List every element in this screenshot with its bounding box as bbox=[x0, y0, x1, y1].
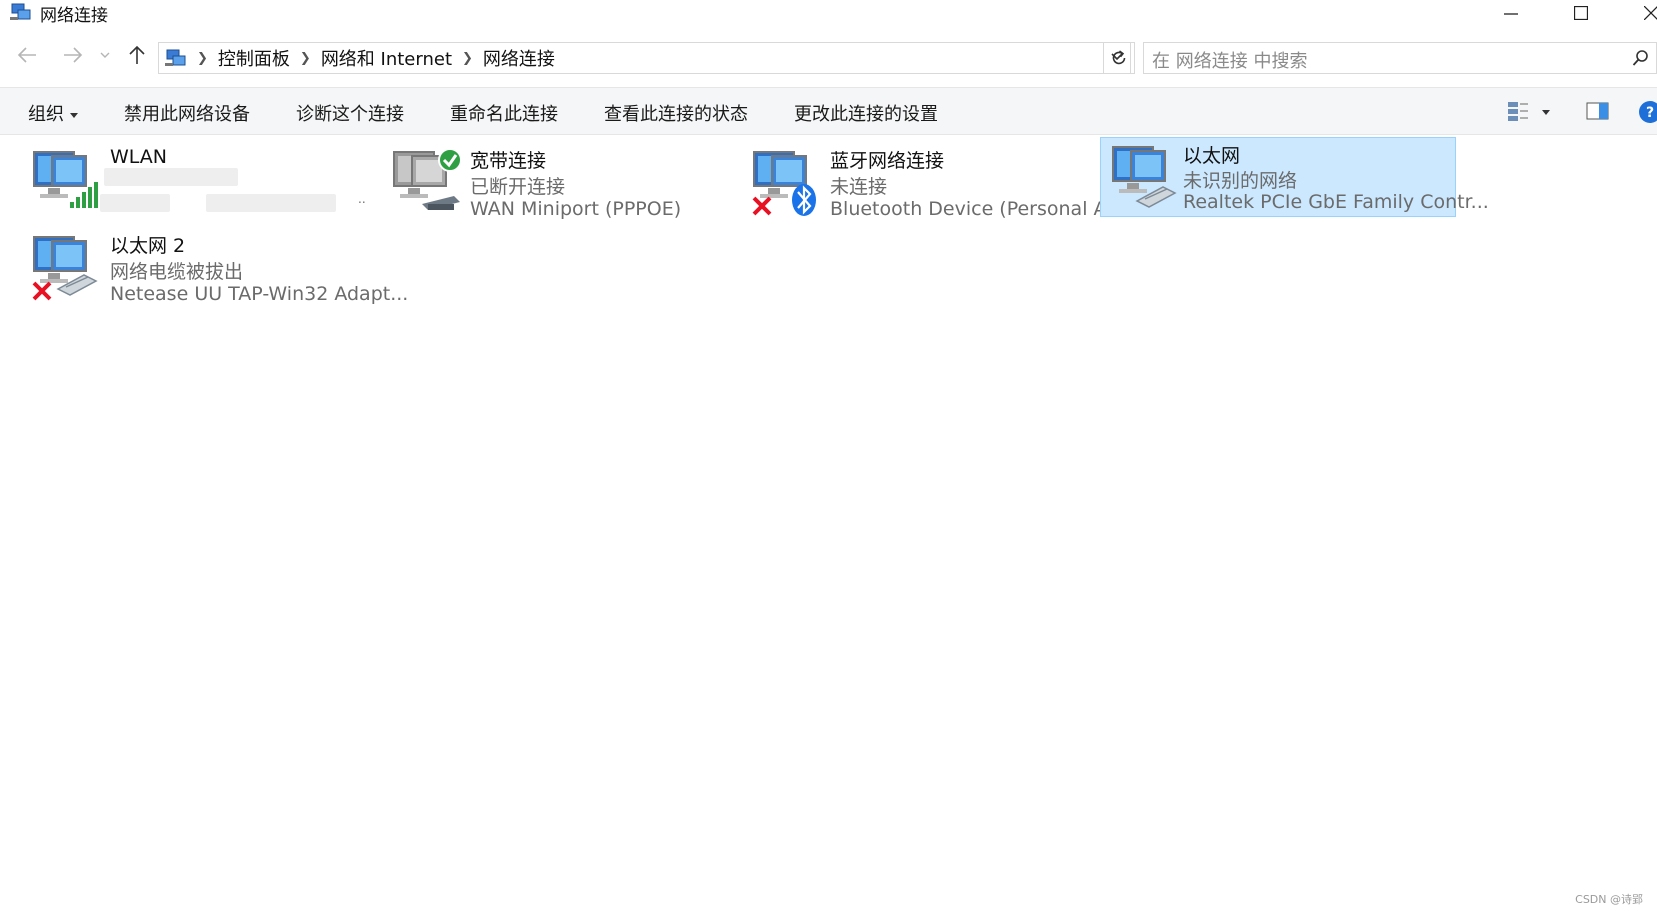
chevron-right-icon[interactable]: ❯ bbox=[300, 51, 311, 66]
command-bar: 组织 禁用此网络设备 诊断这个连接 重命名此连接 查看此连接的状态 更改此连接的… bbox=[0, 87, 1657, 135]
maximize-button[interactable] bbox=[1558, 0, 1604, 26]
help-button[interactable]: ? bbox=[1638, 100, 1657, 128]
network-connections-icon bbox=[10, 3, 31, 20]
chevron-right-icon: ❯ bbox=[197, 50, 208, 66]
ethernet-icon bbox=[32, 236, 98, 301]
connection-name: 以太网 bbox=[1183, 145, 1241, 167]
redacted-ssid bbox=[104, 168, 238, 186]
connection-name: WLAN bbox=[110, 146, 168, 168]
help-icon: ? bbox=[1639, 101, 1657, 123]
arrow-up-icon bbox=[129, 45, 145, 64]
view-status-button[interactable]: 查看此连接的状态 bbox=[604, 100, 748, 126]
caret-down-icon bbox=[70, 112, 78, 118]
connection-status: 网络电缆被拔出 bbox=[110, 261, 244, 283]
address-bar[interactable]: ❯ 控制面板 ❯ 网络和 Internet ❯ 网络连接 bbox=[158, 42, 1131, 74]
connection-device: WAN Miniport (PPPOE) bbox=[470, 198, 682, 220]
minimize-icon bbox=[1504, 13, 1518, 15]
bluetooth-network-icon bbox=[752, 151, 816, 216]
chevron-right-icon[interactable]: ❯ bbox=[462, 51, 473, 66]
wifi-adapter-icon bbox=[33, 151, 98, 208]
arrow-left-icon bbox=[17, 47, 36, 63]
search-icon[interactable] bbox=[1632, 49, 1650, 67]
connection-wlan[interactable]: WLAN .. bbox=[20, 142, 400, 224]
breadcrumb-network-connections[interactable]: 网络连接 bbox=[483, 45, 555, 71]
search-input[interactable]: 在 网络连接 中搜索 bbox=[1143, 42, 1657, 74]
minimize-button[interactable] bbox=[1488, 0, 1534, 26]
connection-device: .. bbox=[358, 192, 366, 206]
maximize-icon bbox=[1574, 6, 1588, 20]
chevron-down-icon bbox=[100, 52, 110, 58]
connection-device: Realtek PCIe GbE Family Contr... bbox=[1183, 191, 1489, 213]
rename-button[interactable]: 重命名此连接 bbox=[450, 100, 558, 126]
view-options-icon bbox=[1508, 102, 1550, 121]
network-connections-icon bbox=[165, 49, 186, 66]
watermark: CSDN @诗郢 bbox=[1575, 893, 1643, 906]
organize-button[interactable]: 组织 bbox=[28, 100, 78, 126]
connection-bluetooth[interactable]: 蓝牙网络连接 未连接 Bluetooth Device (Personal Ar… bbox=[740, 142, 1144, 224]
connection-ethernet[interactable]: 以太网 未识别的网络 Realtek PCIe GbE Family Contr… bbox=[1100, 137, 1489, 217]
forward-button[interactable] bbox=[60, 42, 86, 68]
connection-device: Netease UU TAP-Win32 Adapt... bbox=[110, 283, 409, 305]
connection-status: 已断开连接 bbox=[470, 176, 566, 198]
back-button[interactable] bbox=[14, 42, 40, 68]
connection-ethernet-2[interactable]: 以太网 2 网络电缆被拔出 Netease UU TAP-Win32 Adapt… bbox=[20, 227, 408, 309]
refresh-button[interactable] bbox=[1103, 42, 1135, 74]
arrow-right-icon bbox=[64, 47, 83, 63]
redacted-text bbox=[100, 194, 170, 212]
breadcrumb-network-internet[interactable]: 网络和 Internet bbox=[321, 45, 452, 71]
connection-broadband[interactable]: 宽带连接 已断开连接 WAN Miniport (PPPOE) bbox=[380, 142, 760, 224]
connection-name: 以太网 2 bbox=[110, 235, 186, 257]
close-button[interactable] bbox=[1628, 0, 1657, 26]
broadband-icon bbox=[393, 148, 462, 210]
close-icon bbox=[1644, 6, 1657, 20]
window-title: 网络连接 bbox=[40, 6, 108, 26]
connection-name: 宽带连接 bbox=[470, 150, 547, 172]
connection-device: Bluetooth Device (Personal Are... bbox=[830, 198, 1144, 220]
connection-status: 未连接 bbox=[830, 176, 888, 198]
recent-locations-button[interactable] bbox=[96, 42, 114, 68]
redacted-text bbox=[206, 194, 336, 212]
title-bar: 网络连接 bbox=[0, 0, 1657, 26]
connection-name: 蓝牙网络连接 bbox=[830, 150, 945, 172]
breadcrumb-control-panel[interactable]: 控制面板 bbox=[218, 45, 290, 71]
search-placeholder: 在 网络连接 中搜索 bbox=[1152, 51, 1308, 72]
diagnose-button[interactable]: 诊断这个连接 bbox=[296, 100, 404, 126]
up-button[interactable] bbox=[124, 42, 150, 68]
change-settings-button[interactable]: 更改此连接的设置 bbox=[794, 100, 938, 126]
refresh-icon bbox=[1112, 50, 1126, 65]
preview-pane-button[interactable] bbox=[1586, 100, 1610, 126]
organize-label: 组织 bbox=[28, 104, 64, 125]
preview-pane-icon bbox=[1586, 102, 1609, 120]
ethernet-icon bbox=[1112, 146, 1177, 208]
disable-device-button[interactable]: 禁用此网络设备 bbox=[124, 100, 250, 126]
connection-status: 未识别的网络 bbox=[1183, 170, 1298, 192]
change-view-button[interactable] bbox=[1506, 100, 1550, 128]
svg-text:?: ? bbox=[1646, 105, 1654, 121]
